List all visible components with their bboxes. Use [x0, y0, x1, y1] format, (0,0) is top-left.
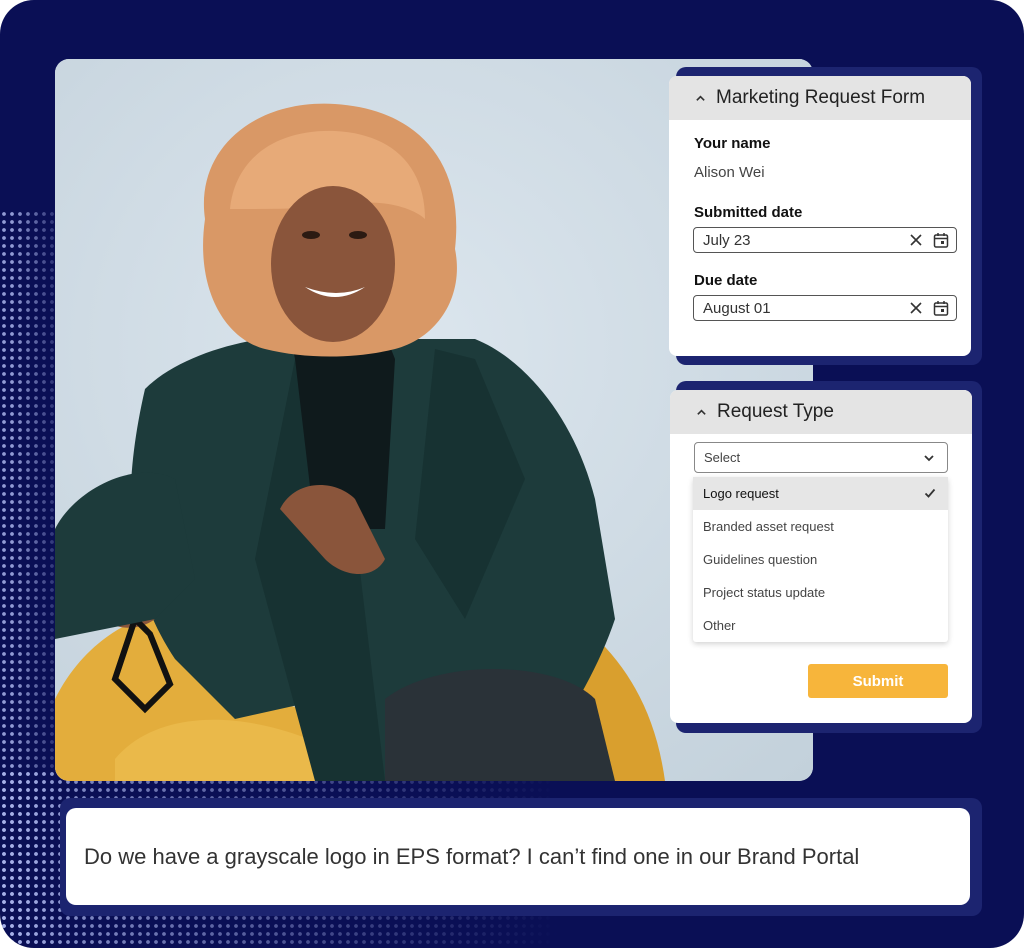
- submitted-date-label: Submitted date: [694, 204, 803, 221]
- chat-message-bubble: Do we have a grayscale logo in EPS forma…: [66, 808, 970, 905]
- select-placeholder: Select: [704, 450, 741, 465]
- chat-message-text: Do we have a grayscale logo in EPS forma…: [84, 843, 860, 869]
- chevron-up-icon[interactable]: [695, 93, 706, 104]
- checkmark-icon: [924, 488, 936, 498]
- due-date-value: August 01: [703, 299, 771, 317]
- option-other[interactable]: Other: [693, 609, 948, 642]
- marketing-request-form-card: Marketing Request Form Your name Alison …: [669, 76, 971, 356]
- option-label: Other: [703, 618, 736, 633]
- request-type-options: Logo request Branded asset request Guide…: [693, 477, 948, 642]
- close-icon[interactable]: [909, 233, 923, 247]
- type-card-title: Request Type: [717, 401, 834, 422]
- request-type-card: Request Type Select Logo request Branded…: [670, 390, 972, 723]
- calendar-icon[interactable]: [933, 300, 949, 316]
- option-label: Project status update: [703, 585, 826, 600]
- option-guidelines-question[interactable]: Guidelines question: [693, 543, 948, 576]
- request-type-select[interactable]: Select: [694, 442, 948, 473]
- your-name-value: Alison Wei: [694, 164, 765, 181]
- option-project-status-update[interactable]: Project status update: [693, 576, 948, 609]
- calendar-icon[interactable]: [933, 232, 949, 248]
- submitted-date-field[interactable]: July 23: [693, 227, 957, 253]
- due-date-field[interactable]: August 01: [693, 295, 957, 321]
- option-label: Branded asset request: [703, 519, 834, 534]
- your-name-label: Your name: [694, 135, 771, 152]
- option-branded-asset-request[interactable]: Branded asset request: [693, 510, 948, 543]
- due-date-label: Due date: [694, 272, 758, 289]
- option-label: Guidelines question: [703, 552, 818, 567]
- submit-button[interactable]: Submit: [808, 664, 948, 698]
- option-label: Logo request: [703, 486, 779, 501]
- form-card-title: Marketing Request Form: [716, 87, 926, 108]
- form-card-header[interactable]: Marketing Request Form: [669, 76, 971, 120]
- submitted-date-value: July 23: [703, 231, 751, 249]
- chevron-down-icon[interactable]: [923, 452, 935, 464]
- option-logo-request[interactable]: Logo request: [693, 477, 948, 510]
- type-card-header[interactable]: Request Type: [670, 390, 972, 434]
- close-icon[interactable]: [909, 301, 923, 315]
- chevron-up-icon[interactable]: [696, 407, 707, 418]
